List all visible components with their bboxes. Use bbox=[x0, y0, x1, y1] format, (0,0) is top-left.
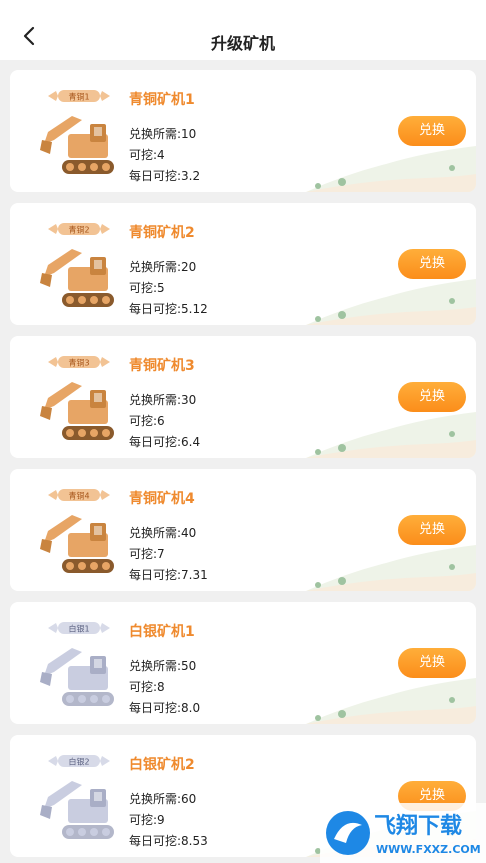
miner-card: 青铜3 青铜矿机3 兑换所需:30 可挖:6 每日可挖:6.4 兑换 bbox=[10, 336, 476, 458]
miner-name: 白银矿机2 bbox=[129, 757, 195, 773]
watermark-url: WWW.FXXZ.COM bbox=[376, 843, 481, 856]
tier-badge-label: 青铜1 bbox=[68, 92, 89, 102]
daily-dig: 每日可挖:8.53 bbox=[129, 834, 208, 848]
excavator-icon bbox=[40, 781, 114, 839]
miner-name: 白银矿机1 bbox=[129, 624, 195, 640]
exchange-cost: 兑换所需:50 bbox=[129, 659, 197, 673]
miner-card: 青铜2 青铜矿机2 兑换所需:20 可挖:5 每日可挖:5.12 兑换 bbox=[10, 203, 476, 325]
dig-amount: 可挖:5 bbox=[129, 281, 165, 295]
tier-badge: 白银2 bbox=[48, 755, 110, 767]
exchange-button[interactable]: 兑换 bbox=[398, 515, 466, 545]
exchange-cost: 兑换所需:40 bbox=[129, 526, 197, 540]
exchange-button[interactable]: 兑换 bbox=[398, 382, 466, 412]
daily-dig: 每日可挖:6.4 bbox=[129, 435, 201, 449]
daily-dig: 每日可挖:8.0 bbox=[129, 701, 201, 715]
miner-name: 青铜矿机4 bbox=[129, 491, 195, 507]
miner-name: 青铜矿机3 bbox=[129, 358, 195, 374]
excavator-icon bbox=[40, 116, 114, 174]
miner-card: 青铜1 青铜矿机1 兑换所需:10 可挖:4 每日可挖:3.2 兑换 bbox=[10, 70, 476, 192]
exchange-button[interactable]: 兑换 bbox=[398, 249, 466, 279]
exchange-button[interactable]: 兑换 bbox=[398, 648, 466, 678]
tier-badge: 青铜3 bbox=[48, 356, 110, 368]
excavator-icon bbox=[40, 382, 114, 440]
dig-amount: 可挖:4 bbox=[129, 148, 165, 162]
excavator-icon bbox=[40, 515, 114, 573]
tier-badge-label: 白银2 bbox=[68, 757, 89, 767]
dig-amount: 可挖:9 bbox=[129, 813, 165, 827]
exchange-cost: 兑换所需:10 bbox=[129, 127, 197, 141]
miner-name: 青铜矿机1 bbox=[129, 92, 195, 108]
exchange-cost: 兑换所需:30 bbox=[129, 393, 197, 407]
watermark-text: 飞翔下载 bbox=[374, 813, 462, 839]
top-bar: 升级矿机 bbox=[0, 0, 486, 60]
excavator-icon bbox=[40, 648, 114, 706]
tier-badge: 白银1 bbox=[48, 622, 110, 634]
miner-name: 青铜矿机2 bbox=[129, 225, 195, 241]
tier-badge: 青铜2 bbox=[48, 223, 110, 235]
tier-badge-label: 青铜3 bbox=[68, 358, 89, 368]
tier-badge-label: 青铜4 bbox=[68, 491, 89, 501]
tier-badge-label: 白银1 bbox=[68, 624, 89, 634]
miner-card: 青铜4 青铜矿机4 兑换所需:40 可挖:7 每日可挖:7.31 兑换 bbox=[10, 469, 476, 591]
exchange-cost: 兑换所需:20 bbox=[129, 260, 197, 274]
miner-card: 白银1 白银矿机1 兑换所需:50 可挖:8 每日可挖:8.0 兑换 bbox=[10, 602, 476, 724]
page-title: 升级矿机 bbox=[210, 34, 275, 53]
daily-dig: 每日可挖:7.31 bbox=[129, 568, 208, 582]
watermark-logo: 飞翔下载 WWW.FXXZ.COM bbox=[320, 803, 486, 863]
dig-amount: 可挖:6 bbox=[129, 414, 165, 428]
daily-dig: 每日可挖:3.2 bbox=[129, 169, 201, 183]
exchange-button[interactable]: 兑换 bbox=[398, 116, 466, 146]
tier-badge: 青铜1 bbox=[48, 90, 110, 102]
daily-dig: 每日可挖:5.12 bbox=[129, 302, 208, 316]
tier-badge: 青铜4 bbox=[48, 489, 110, 501]
dig-amount: 可挖:8 bbox=[129, 680, 165, 694]
dig-amount: 可挖:7 bbox=[129, 547, 165, 561]
excavator-icon bbox=[40, 249, 114, 307]
tier-badge-label: 青铜2 bbox=[68, 225, 89, 235]
exchange-cost: 兑换所需:60 bbox=[129, 792, 197, 806]
